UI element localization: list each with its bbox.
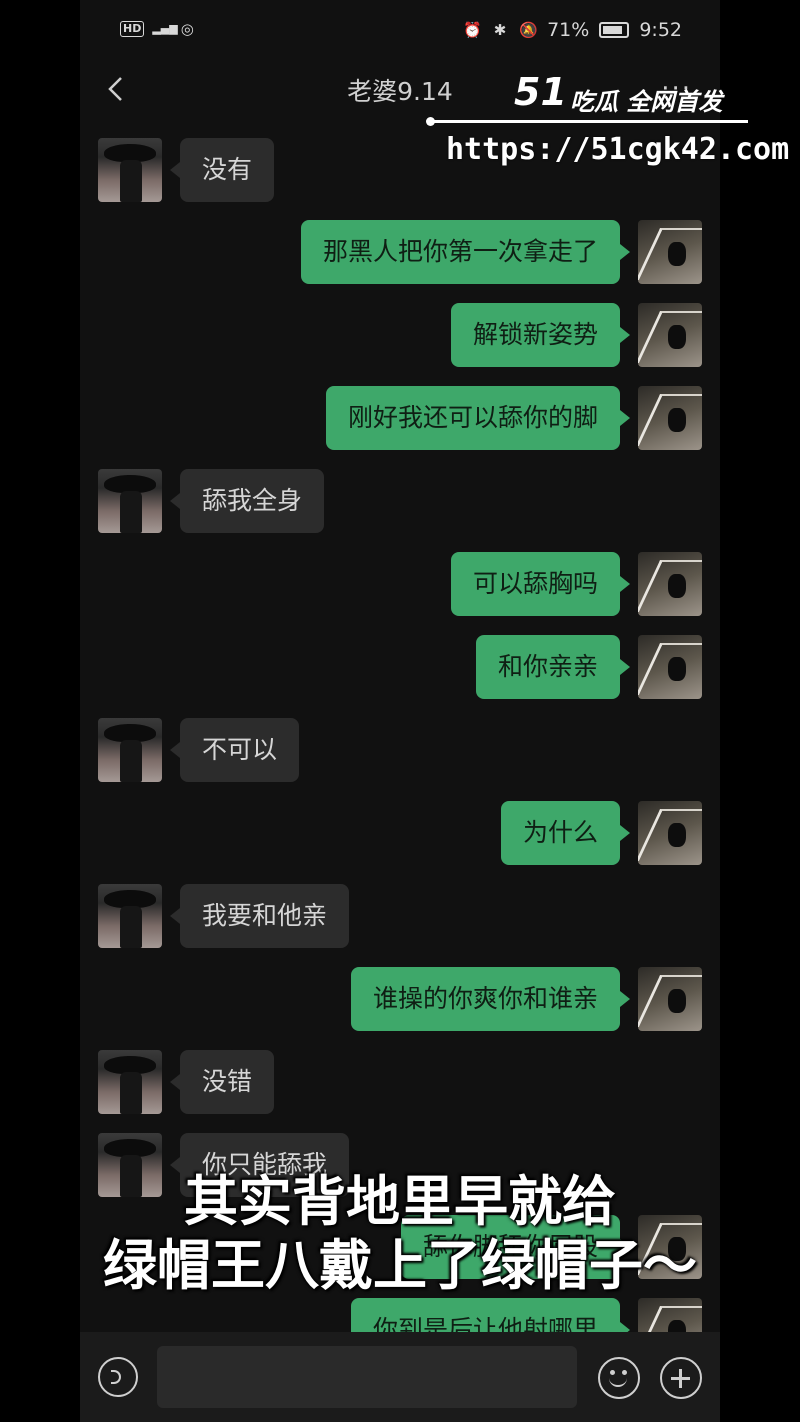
incoming-message-bubble[interactable]: 我要和他亲 [169, 884, 350, 948]
outgoing-message-bubble[interactable]: 刚好我还可以舔你的脚 [325, 386, 631, 450]
data-saver-icon: ◎ [180, 20, 194, 38]
message-row: 解锁新姿势 [80, 303, 720, 367]
watermark-divider [426, 117, 748, 126]
watermark-logo: 51 [514, 70, 567, 114]
contact-avatar[interactable] [98, 718, 162, 782]
bluetooth-icon: ✱ [493, 21, 507, 39]
message-row: 可以舔胸吗 [80, 552, 720, 616]
input-bar [80, 1332, 720, 1422]
contact-avatar[interactable] [98, 884, 162, 948]
message-row: 和你亲亲 [80, 635, 720, 699]
video-subtitle: 其实背地里早就给 绿帽王八戴上了绿帽子～ [0, 1170, 800, 1298]
watermark-tagline: 吃瓜 全网首发 [570, 88, 723, 116]
clock: 9:52 [639, 19, 682, 41]
watermark-url: https://51cgk42.com [446, 132, 790, 167]
my-avatar[interactable] [638, 967, 702, 1031]
outgoing-message-bubble[interactable]: 和你亲亲 [475, 635, 631, 699]
site-watermark: 51 吃瓜 全网首发 https://51cgk42.com [426, 70, 789, 180]
outgoing-message-bubble[interactable]: 为什么 [500, 801, 631, 865]
outgoing-message-bubble[interactable]: 谁操的你爽你和谁亲 [350, 967, 631, 1031]
outgoing-message-bubble[interactable]: 可以舔胸吗 [450, 552, 631, 616]
contact-avatar[interactable] [98, 469, 162, 533]
outgoing-message-bubble[interactable]: 那黑人把你第一次拿走了 [300, 220, 631, 284]
message-row: 为什么 [80, 801, 720, 865]
message-row: 那黑人把你第一次拿走了 [80, 220, 720, 284]
subtitle-line-1: 其实背地里早就给 [184, 1170, 616, 1233]
message-row: 没错 [80, 1050, 720, 1114]
contact-avatar[interactable] [98, 138, 162, 202]
alarm-icon: ⏰ [463, 21, 482, 39]
incoming-message-bubble[interactable]: 没有 [169, 138, 275, 202]
mute-icon: 🔕 [519, 21, 538, 39]
message-input[interactable] [157, 1346, 577, 1408]
my-avatar[interactable] [638, 801, 702, 865]
my-avatar[interactable] [638, 635, 702, 699]
outgoing-message-bubble[interactable]: 解锁新姿势 [450, 303, 631, 367]
incoming-message-bubble[interactable]: 不可以 [169, 718, 300, 782]
battery-icon [599, 22, 630, 38]
message-row: 不可以 [80, 718, 720, 782]
subtitle-line-2: 绿帽王八戴上了绿帽子～ [103, 1234, 697, 1297]
emoji-button[interactable] [598, 1357, 640, 1399]
message-row: 舔我全身 [80, 469, 720, 533]
my-avatar[interactable] [638, 220, 702, 284]
contact-avatar[interactable] [98, 1050, 162, 1114]
battery-percent: 71% [547, 19, 590, 41]
incoming-message-bubble[interactable]: 没错 [169, 1050, 275, 1114]
my-avatar[interactable] [638, 386, 702, 450]
cellular-signal-icon: ▂▄▆ [152, 22, 178, 35]
my-avatar[interactable] [638, 303, 702, 367]
status-bar: HD ▂▄▆ ◎ ⏰ ✱ 🔕 71% 9:52 [80, 0, 720, 62]
voice-input-button[interactable] [98, 1357, 138, 1397]
message-row: 我要和他亲 [80, 884, 720, 948]
more-actions-button[interactable] [660, 1357, 702, 1399]
my-avatar[interactable] [638, 552, 702, 616]
incoming-message-bubble[interactable]: 舔我全身 [169, 469, 325, 533]
message-row: 刚好我还可以舔你的脚 [80, 386, 720, 450]
hd-badge: HD [120, 21, 145, 37]
message-row: 谁操的你爽你和谁亲 [80, 967, 720, 1031]
